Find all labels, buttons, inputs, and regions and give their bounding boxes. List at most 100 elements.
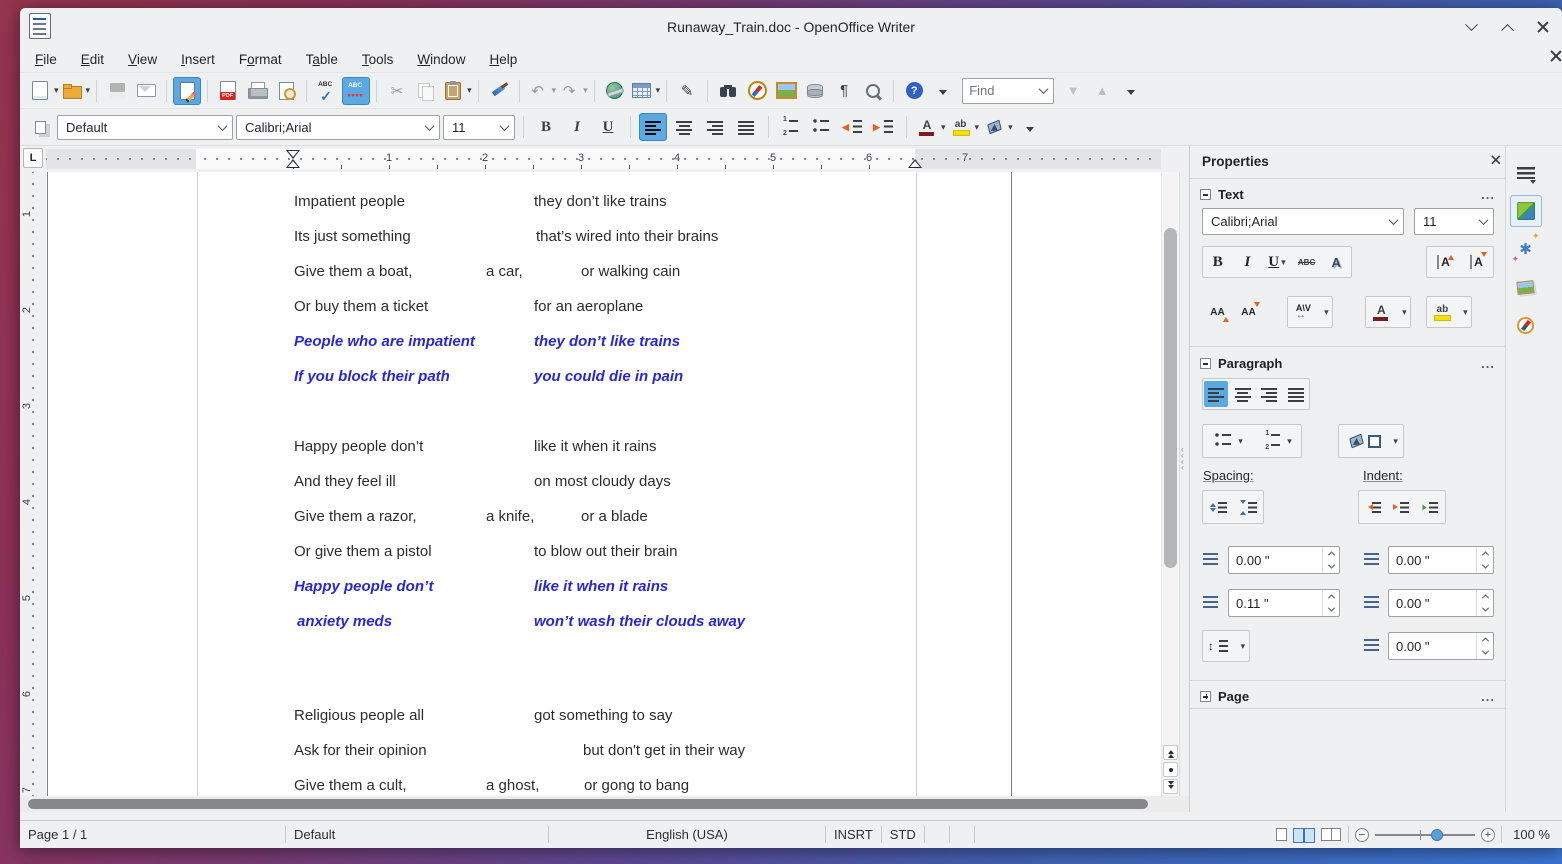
character-spacing-button[interactable]: A\V	[1291, 299, 1315, 325]
zoom-slider[interactable]	[1375, 834, 1475, 836]
maximize-button[interactable]	[1496, 16, 1518, 38]
above-paragraph-spacing-input[interactable]: 0.00 "	[1228, 546, 1340, 574]
zoom-in-button[interactable]: +	[1481, 828, 1495, 842]
increase-paragraph-spacing-button[interactable]	[1206, 494, 1230, 520]
increase-indent-button[interactable]	[870, 113, 898, 141]
bold-button[interactable]: B	[532, 113, 560, 141]
menu-edit[interactable]: Edit	[81, 52, 104, 67]
sidebar-align-left-button[interactable]	[1204, 381, 1228, 407]
toolbar-overflow-button[interactable]	[1117, 77, 1145, 105]
signature-field[interactable]	[950, 821, 974, 848]
uppercase-button[interactable]: AA	[1206, 299, 1230, 325]
document-viewport[interactable]: Impatient peoplethey don’t like trainsIt…	[46, 172, 1161, 796]
strikethrough-button[interactable]: ABC	[1295, 249, 1319, 275]
spin-up-button[interactable]	[1477, 633, 1493, 646]
insert-mode-field[interactable]: INSRT	[826, 821, 881, 848]
document-modified-field[interactable]	[925, 821, 949, 848]
print-button[interactable]	[243, 77, 271, 105]
zoom-out-button[interactable]: −	[1355, 828, 1369, 842]
sidebar-font-size-select[interactable]: 11	[1414, 208, 1494, 235]
horizontal-scrollbar[interactable]	[20, 796, 1189, 812]
new-document-button[interactable]: ▾	[28, 77, 59, 105]
sidebar-align-justify-button[interactable]	[1284, 381, 1308, 407]
tab-stop-selector[interactable]: L	[23, 148, 43, 168]
book-view-icon[interactable]	[1321, 828, 1341, 841]
redo-button[interactable]: ↷▾	[557, 77, 588, 105]
find-toolbar-input[interactable]: Find	[962, 78, 1054, 104]
spin-up-button[interactable]	[1323, 547, 1339, 560]
after-text-indent-input[interactable]: 0.00 "	[1388, 589, 1494, 617]
undo-button[interactable]: ↶▾	[526, 77, 557, 105]
find-previous-button[interactable]: ▲	[1088, 77, 1116, 105]
italic-button[interactable]: I	[563, 113, 591, 141]
sidebar-align-center-button[interactable]	[1231, 381, 1255, 407]
menu-file[interactable]: File	[35, 52, 57, 67]
spin-up-button[interactable]	[1477, 590, 1493, 603]
data-sources-button[interactable]	[801, 77, 829, 105]
increase-indent-button[interactable]	[1361, 494, 1385, 520]
auto-spellcheck-button[interactable]	[342, 77, 370, 105]
line-spacing-button[interactable]	[1207, 633, 1231, 659]
spin-down-button[interactable]	[1477, 646, 1493, 659]
align-justify-button[interactable]	[732, 113, 760, 141]
export-pdf-button[interactable]	[214, 77, 242, 105]
align-left-button[interactable]	[639, 113, 667, 141]
page-more-options[interactable]: ...	[1481, 689, 1495, 704]
dropdown-arrow-icon[interactable]: ▾	[54, 85, 59, 96]
help-button[interactable]	[900, 77, 928, 105]
multi-page-view-icon[interactable]	[1293, 828, 1315, 841]
sidebar-tab-gallery[interactable]	[1510, 271, 1542, 303]
menu-tools[interactable]: Tools	[362, 52, 394, 67]
below-paragraph-spacing-input[interactable]: 0.11 "	[1228, 589, 1340, 617]
background-color-button[interactable]: ▾	[982, 113, 1013, 141]
dropdown-arrow-icon[interactable]: ▾	[941, 122, 946, 133]
dropdown-arrow-icon[interactable]: ▾	[656, 85, 661, 96]
find-replace-button[interactable]	[714, 77, 742, 105]
dropdown-arrow-icon[interactable]: ▾	[467, 85, 472, 96]
next-page-button[interactable]	[1163, 779, 1178, 794]
language-field[interactable]: English (USA)	[549, 821, 825, 848]
underline-button[interactable]: U	[594, 113, 622, 141]
find-next-button[interactable]: ▼	[1059, 77, 1087, 105]
bullet-list-button[interactable]	[808, 113, 836, 141]
collapse-icon[interactable]	[1200, 358, 1211, 369]
toolbar-overflow-button[interactable]	[929, 77, 957, 105]
spin-down-button[interactable]	[1477, 560, 1493, 573]
titlebar[interactable]: Runaway_Train.doc - OpenOffice Writer	[20, 8, 1562, 46]
spin-down-button[interactable]	[1477, 603, 1493, 616]
spin-down-button[interactable]	[1323, 560, 1339, 573]
decrease-paragraph-spacing-button[interactable]	[1236, 494, 1260, 520]
sidebar-tab-navigator[interactable]	[1510, 309, 1542, 341]
paste-button[interactable]: ▾	[441, 77, 472, 105]
spelling-button[interactable]	[313, 77, 341, 105]
hanging-indent-button[interactable]	[1419, 494, 1443, 520]
sidebar-underline-button[interactable]: U▾	[1265, 249, 1289, 275]
page-preview-button[interactable]	[272, 77, 300, 105]
highlighting-button[interactable]: ▾	[949, 113, 980, 141]
vertical-ruler[interactable]: 1234567	[20, 172, 46, 796]
send-email-button[interactable]	[132, 77, 160, 105]
sidebar-splitter[interactable]	[1179, 172, 1189, 796]
dropdown-arrow-icon[interactable]: ▾	[86, 85, 91, 96]
formatting-marks-button[interactable]: ¶	[830, 77, 858, 105]
expand-icon[interactable]	[1200, 691, 1211, 702]
cut-button[interactable]: ✂	[383, 77, 411, 105]
dropdown-arrow-icon[interactable]: ▾	[1008, 122, 1013, 133]
sidebar-font-color-button[interactable]	[1369, 299, 1393, 325]
gallery-button[interactable]	[772, 77, 800, 105]
horizontal-ruler[interactable]: L 1234567	[20, 146, 1189, 172]
vertical-scrollbar-thumb[interactable]	[1164, 228, 1177, 568]
dropdown-arrow-icon[interactable]: ▾	[583, 85, 588, 96]
spin-up-button[interactable]	[1477, 547, 1493, 560]
menu-format[interactable]: Format	[239, 52, 282, 67]
spin-down-button[interactable]	[1323, 603, 1339, 616]
numbered-list-button[interactable]	[777, 113, 805, 141]
menu-table[interactable]: Table	[306, 52, 338, 67]
zoom-level[interactable]: 100 %	[1502, 821, 1562, 848]
spin-up-button[interactable]	[1323, 590, 1339, 603]
single-page-view-icon[interactable]	[1276, 828, 1287, 841]
font-name-select[interactable]: Calibri;Arial	[236, 115, 440, 140]
styles-panel-button[interactable]	[26, 113, 54, 141]
menu-insert[interactable]: Insert	[181, 52, 215, 67]
draw-functions-button[interactable]: ✎	[673, 77, 701, 105]
